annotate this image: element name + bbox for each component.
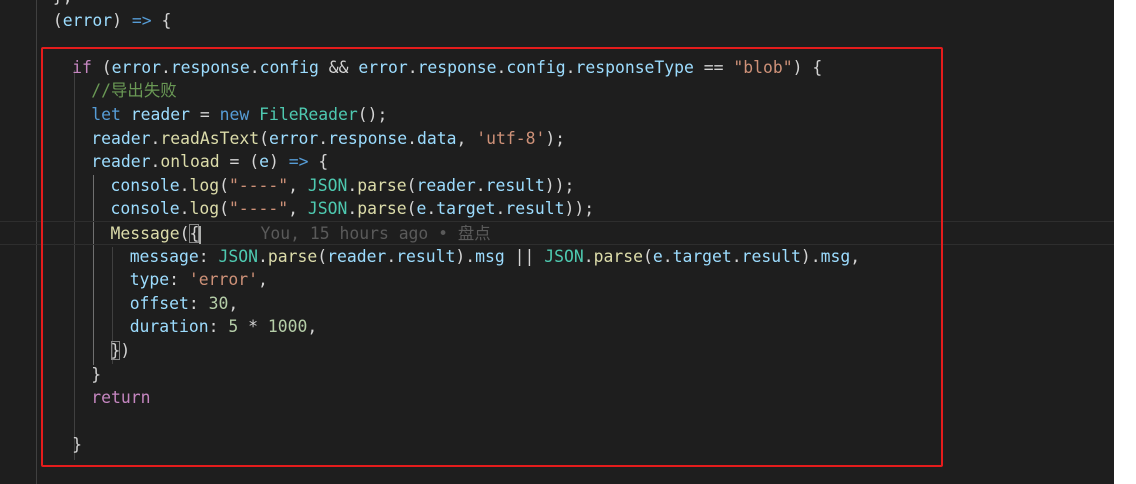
code-line[interactable]: (error) => {	[0, 9, 1114, 33]
code-token: error	[62, 10, 113, 30]
code-token: )	[112, 10, 132, 30]
code-text: },	[53, 0, 73, 9]
page-margin	[1114, 0, 1136, 484]
code-token: }	[53, 0, 63, 6]
code-token: (	[52, 10, 63, 30]
code-token: {	[151, 10, 172, 30]
code-line[interactable]: },	[0, 0, 1114, 9]
code-token: ,	[63, 0, 73, 6]
red-highlight-box	[41, 47, 943, 467]
code-token: =>	[131, 10, 152, 30]
code-text: (error) => {	[53, 9, 171, 33]
